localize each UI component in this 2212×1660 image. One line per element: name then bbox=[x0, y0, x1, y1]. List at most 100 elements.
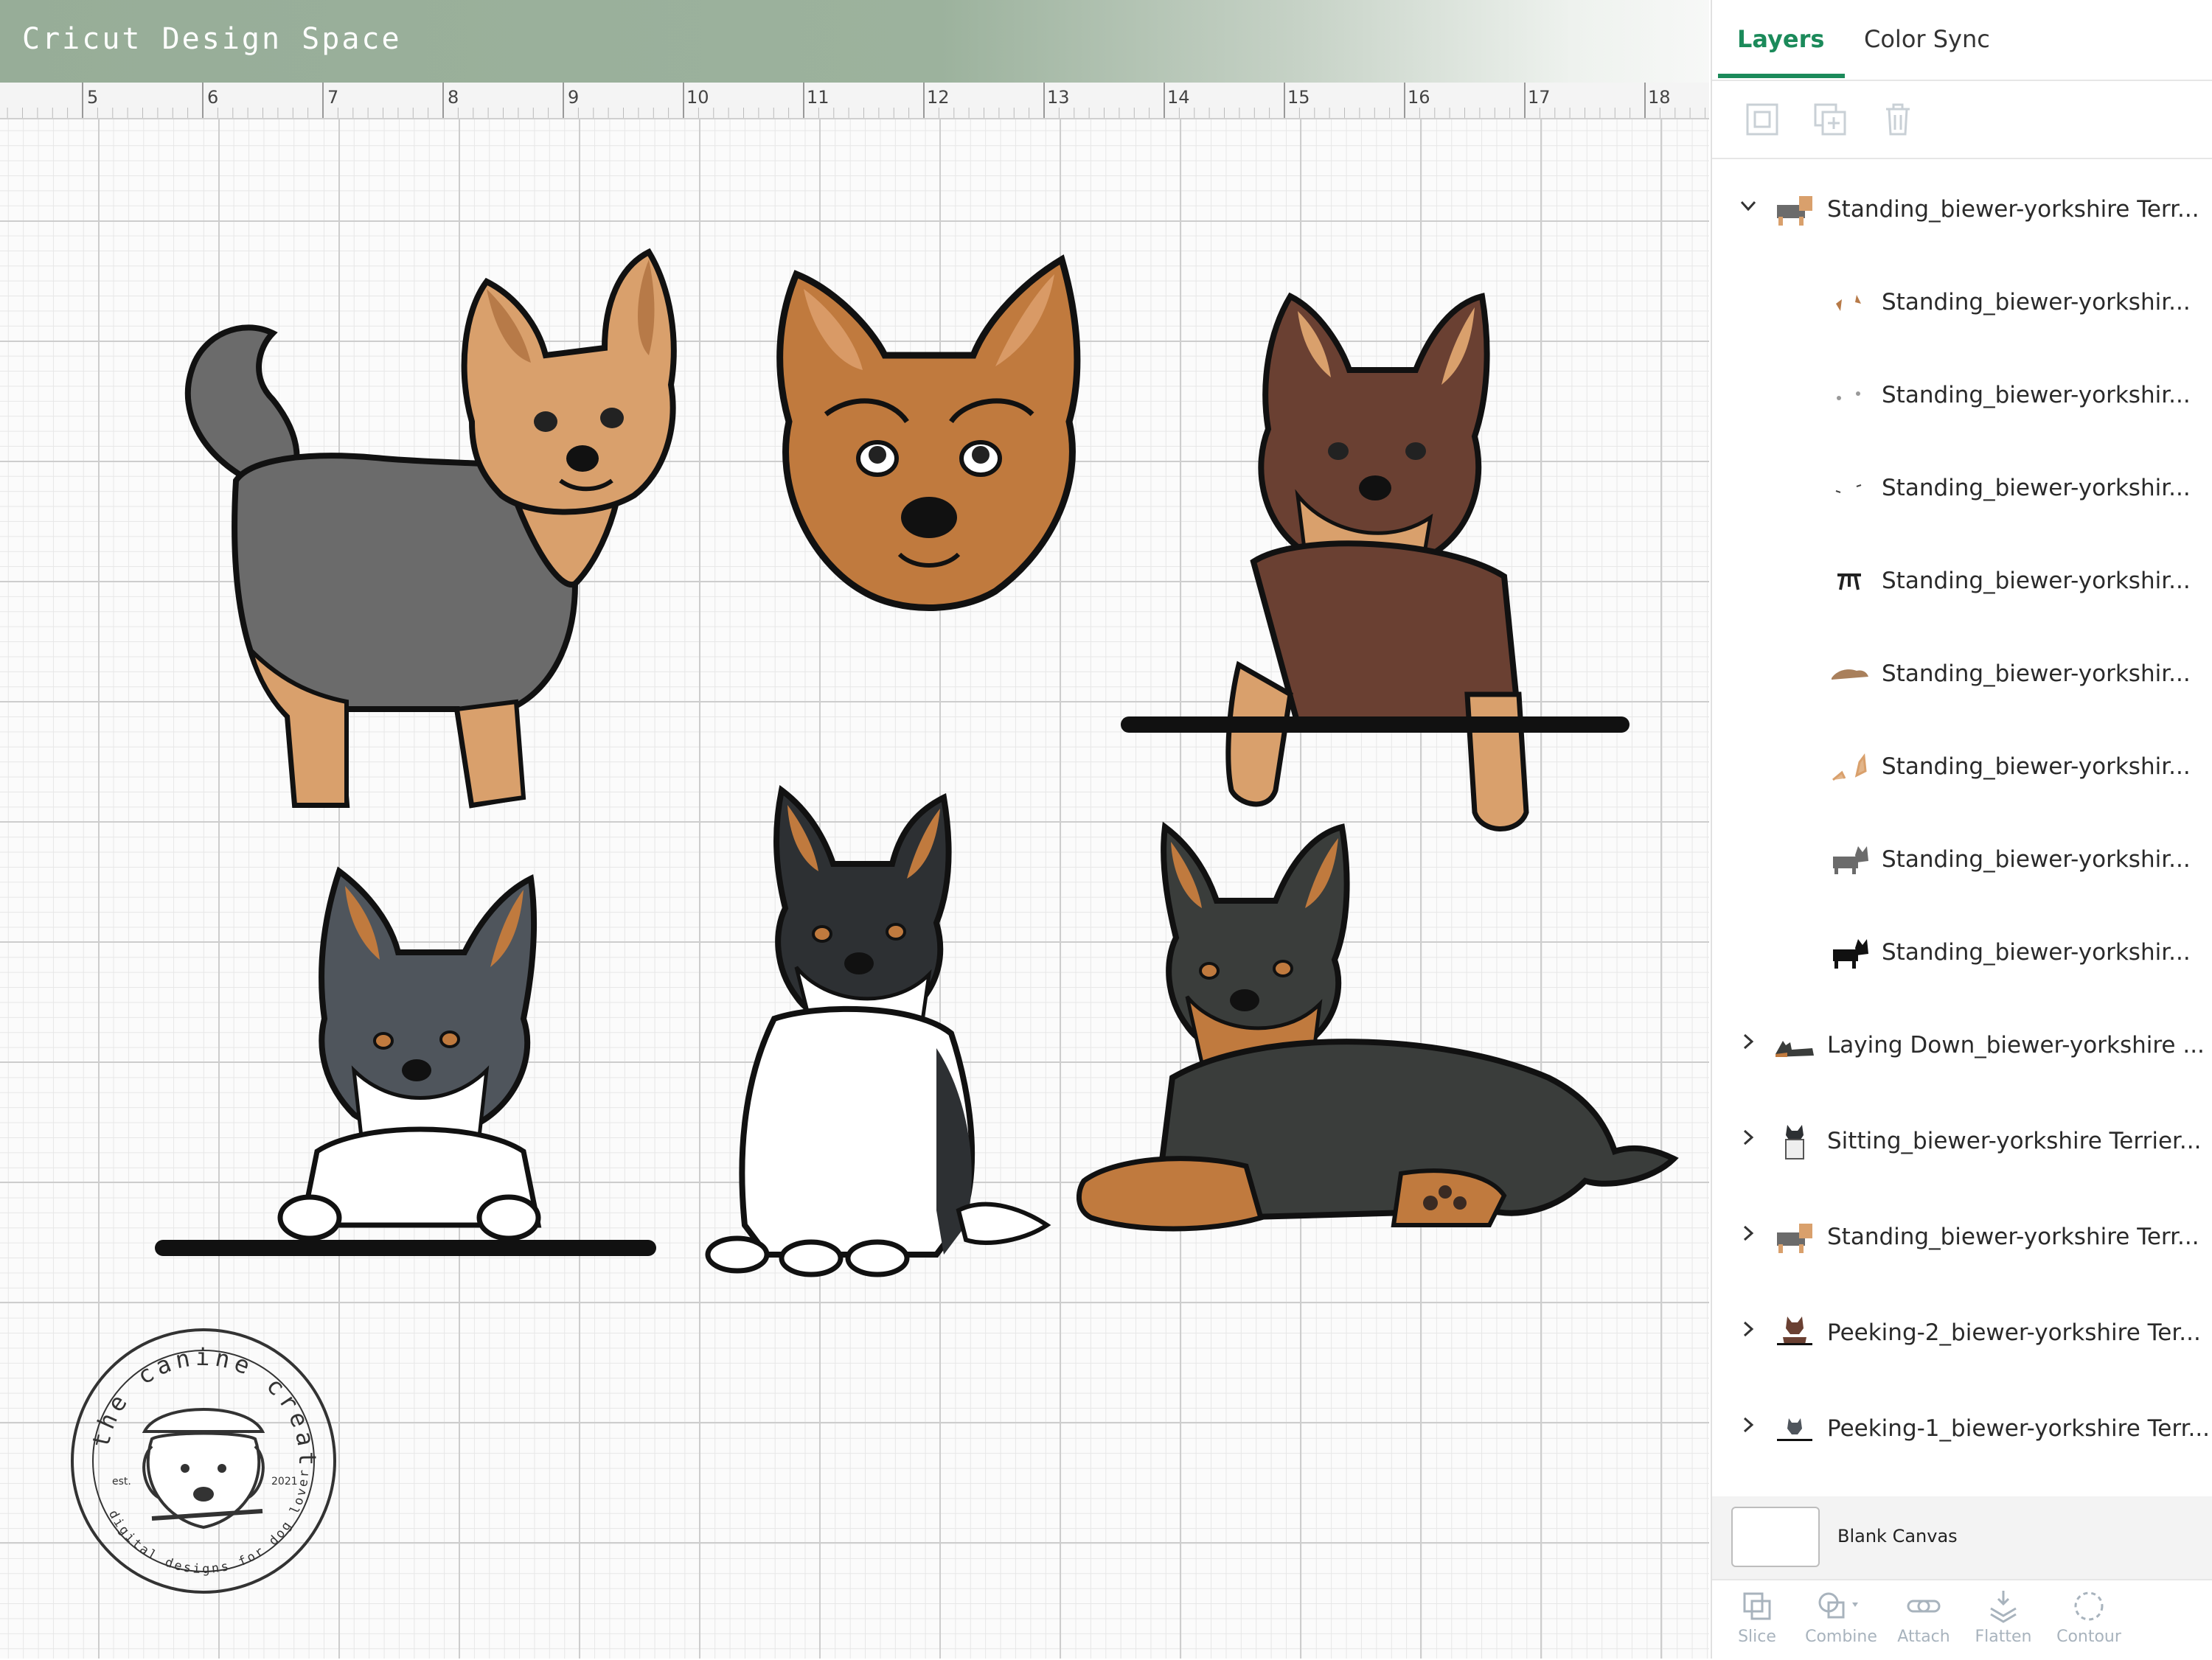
sitting-dog-image[interactable] bbox=[693, 768, 1077, 1284]
layer-label: Standing_biewer-yorkshire Terr... bbox=[1827, 1224, 2199, 1250]
layer-label: Standing_biewer-yorkshir... bbox=[1882, 475, 2191, 501]
chevron-right-icon[interactable] bbox=[1737, 1126, 1759, 1148]
layer-group-peeking-1[interactable]: Peeking-1_biewer-yorkshire Terr... bbox=[1712, 1381, 2212, 1474]
attach-label: Attach bbox=[1897, 1628, 1950, 1646]
sublayer-row[interactable]: Standing_biewer-yorkshir... bbox=[1712, 627, 2212, 719]
layer-actions-bar: Slice Combine Attach Flatten Contour bbox=[1712, 1579, 2212, 1660]
attach-button[interactable]: Attach bbox=[1883, 1588, 1964, 1659]
blank-canvas-row[interactable]: Blank Canvas bbox=[1712, 1496, 2212, 1579]
layer-label: Sitting_biewer-yorkshire Terrier... bbox=[1827, 1128, 2202, 1154]
flatten-button[interactable]: Flatten bbox=[1963, 1588, 2044, 1659]
the-canine-creative-logo: the canine creative digital designs for … bbox=[63, 1321, 336, 1594]
sublayer-row[interactable]: Standing_biewer-yorkshir... bbox=[1712, 534, 2212, 627]
svg-text:2021: 2021 bbox=[271, 1476, 298, 1488]
layer-label: Standing_biewer-yorkshir... bbox=[1882, 753, 2191, 780]
combine-icon bbox=[1818, 1592, 1858, 1619]
ruler-label: 16 bbox=[1408, 87, 1430, 108]
chevron-down-icon[interactable] bbox=[1737, 195, 1759, 217]
laying-dog-image[interactable] bbox=[1077, 783, 1681, 1269]
tab-color-sync[interactable]: Color Sync bbox=[1864, 25, 1990, 53]
flatten-label: Flatten bbox=[1975, 1628, 2032, 1646]
layer-thumbnail bbox=[1777, 196, 1812, 226]
contour-label: Contour bbox=[2056, 1628, 2121, 1646]
layer-label: Peeking-1_biewer-yorkshire Terr... bbox=[1827, 1415, 2211, 1442]
layer-thumbnail bbox=[1777, 1224, 1812, 1253]
layer-thumbnail bbox=[1785, 1125, 1804, 1159]
layer-group-sitting[interactable]: Sitting_biewer-yorkshire Terrier... bbox=[1712, 1094, 2212, 1187]
chevron-right-icon[interactable] bbox=[1737, 1222, 1759, 1244]
duplicate-icon[interactable] bbox=[1811, 100, 1849, 139]
layer-label: Standing_biewer-yorkshir... bbox=[1882, 382, 2191, 408]
ruler-label: 10 bbox=[686, 87, 709, 108]
ruler-label: 18 bbox=[1648, 87, 1671, 108]
contour-button[interactable]: Contour bbox=[2048, 1588, 2129, 1659]
ruler-label: 9 bbox=[568, 87, 580, 108]
layer-label: Standing_biewer-yorkshire Terr... bbox=[1827, 196, 2199, 223]
peeking-brown-dog-image[interactable] bbox=[1106, 252, 1637, 842]
active-tab-indicator bbox=[1718, 74, 1845, 78]
sublayer-row[interactable]: Standing_biewer-yorkshir... bbox=[1712, 255, 2212, 348]
layer-thumbnail bbox=[1833, 939, 1868, 969]
layer-list: Standing_biewer-yorkshire Terr... Standi… bbox=[1712, 162, 2212, 1489]
layer-thumbnail bbox=[1832, 753, 1867, 781]
layer-thumbnail bbox=[1835, 484, 1862, 493]
ruler-label: 13 bbox=[1047, 87, 1070, 108]
group-icon[interactable] bbox=[1743, 100, 1781, 139]
sublayer-row[interactable]: Standing_biewer-yorkshir... bbox=[1712, 905, 2212, 998]
layer-thumbnail bbox=[1777, 1317, 1812, 1345]
slice-label: Slice bbox=[1738, 1628, 1776, 1646]
ruler-label: 7 bbox=[327, 87, 339, 108]
layers-toolbar bbox=[1712, 81, 2212, 159]
ruler-label: 6 bbox=[207, 87, 219, 108]
sublayer-row[interactable]: Standing_biewer-yorkshir... bbox=[1712, 719, 2212, 812]
combine-label: Combine bbox=[1805, 1628, 1877, 1646]
sublayer-row[interactable]: Standing_biewer-yorkshir... bbox=[1712, 441, 2212, 534]
layer-thumbnail bbox=[1836, 295, 1861, 311]
layer-thumbnail bbox=[1832, 669, 1868, 680]
layer-thumbnail bbox=[1837, 391, 1860, 400]
ruler-label: 12 bbox=[927, 87, 950, 108]
ruler-label: 17 bbox=[1528, 87, 1551, 108]
layer-label: Standing_biewer-yorkshir... bbox=[1882, 939, 2191, 966]
svg-text:est.: est. bbox=[112, 1476, 131, 1488]
layer-label: Standing_biewer-yorkshir... bbox=[1882, 846, 2191, 873]
layer-label: Laying Down_biewer-yorkshire ... bbox=[1827, 1032, 2205, 1059]
attach-icon bbox=[1907, 1600, 1941, 1613]
design-canvas[interactable]: the canine creative digital designs for … bbox=[0, 119, 1709, 1659]
slice-button[interactable]: Slice bbox=[1717, 1588, 1798, 1659]
app-header: Cricut Design Space bbox=[0, 0, 1709, 83]
delete-icon[interactable] bbox=[1879, 100, 1917, 139]
layer-thumbnail bbox=[1777, 1418, 1812, 1441]
layer-group-standing[interactable]: Standing_biewer-yorkshire Terr... bbox=[1712, 162, 2212, 255]
ruler-label: 15 bbox=[1287, 87, 1310, 108]
layer-thumbnail bbox=[1837, 573, 1861, 590]
chevron-right-icon[interactable] bbox=[1737, 1414, 1759, 1436]
layer-thumbnail bbox=[1833, 846, 1868, 874]
combine-button[interactable]: Combine bbox=[1801, 1588, 1882, 1659]
layer-label: Standing_biewer-yorkshir... bbox=[1882, 568, 2191, 594]
ruler-ticks bbox=[7, 83, 1705, 118]
layer-group-peeking-2[interactable]: Peeking-2_biewer-yorkshire Ter... bbox=[1712, 1286, 2212, 1378]
chevron-right-icon[interactable] bbox=[1737, 1030, 1759, 1053]
layer-group-standing-2[interactable]: Standing_biewer-yorkshire Terr... bbox=[1712, 1190, 2212, 1283]
chevron-right-icon[interactable] bbox=[1737, 1318, 1759, 1340]
sublayer-row[interactable]: Standing_biewer-yorkshir... bbox=[1712, 812, 2212, 905]
peeking-biewer-dog-image[interactable] bbox=[155, 842, 671, 1284]
layer-label: Peeking-2_biewer-yorkshire Ter... bbox=[1827, 1319, 2201, 1346]
standing-dog-image[interactable] bbox=[162, 237, 693, 842]
panel-tabs: Layers Color Sync bbox=[1712, 0, 2212, 81]
dog-face-image[interactable] bbox=[767, 245, 1091, 613]
layer-label: Standing_biewer-yorkshir... bbox=[1882, 289, 2191, 315]
ruler-label: 5 bbox=[87, 87, 99, 108]
layer-group-laying-down[interactable]: Laying Down_biewer-yorkshire ... bbox=[1712, 998, 2212, 1091]
contour-icon bbox=[2074, 1591, 2104, 1621]
tab-layers[interactable]: Layers bbox=[1737, 25, 1824, 53]
flatten-icon bbox=[1990, 1591, 2017, 1623]
horizontal-ruler: 5 6 7 8 9 10 11 12 13 14 15 16 17 18 bbox=[0, 83, 1709, 119]
app-title: Cricut Design Space bbox=[22, 22, 402, 56]
layers-panel: Layers Color Sync Standing_biewer-yorksh… bbox=[1711, 0, 2212, 1660]
sublayer-row[interactable]: Standing_biewer-yorkshir... bbox=[1712, 348, 2212, 441]
slice-icon bbox=[1743, 1592, 1771, 1620]
ruler-label: 11 bbox=[807, 87, 830, 108]
blank-canvas-swatch[interactable] bbox=[1731, 1507, 1820, 1567]
